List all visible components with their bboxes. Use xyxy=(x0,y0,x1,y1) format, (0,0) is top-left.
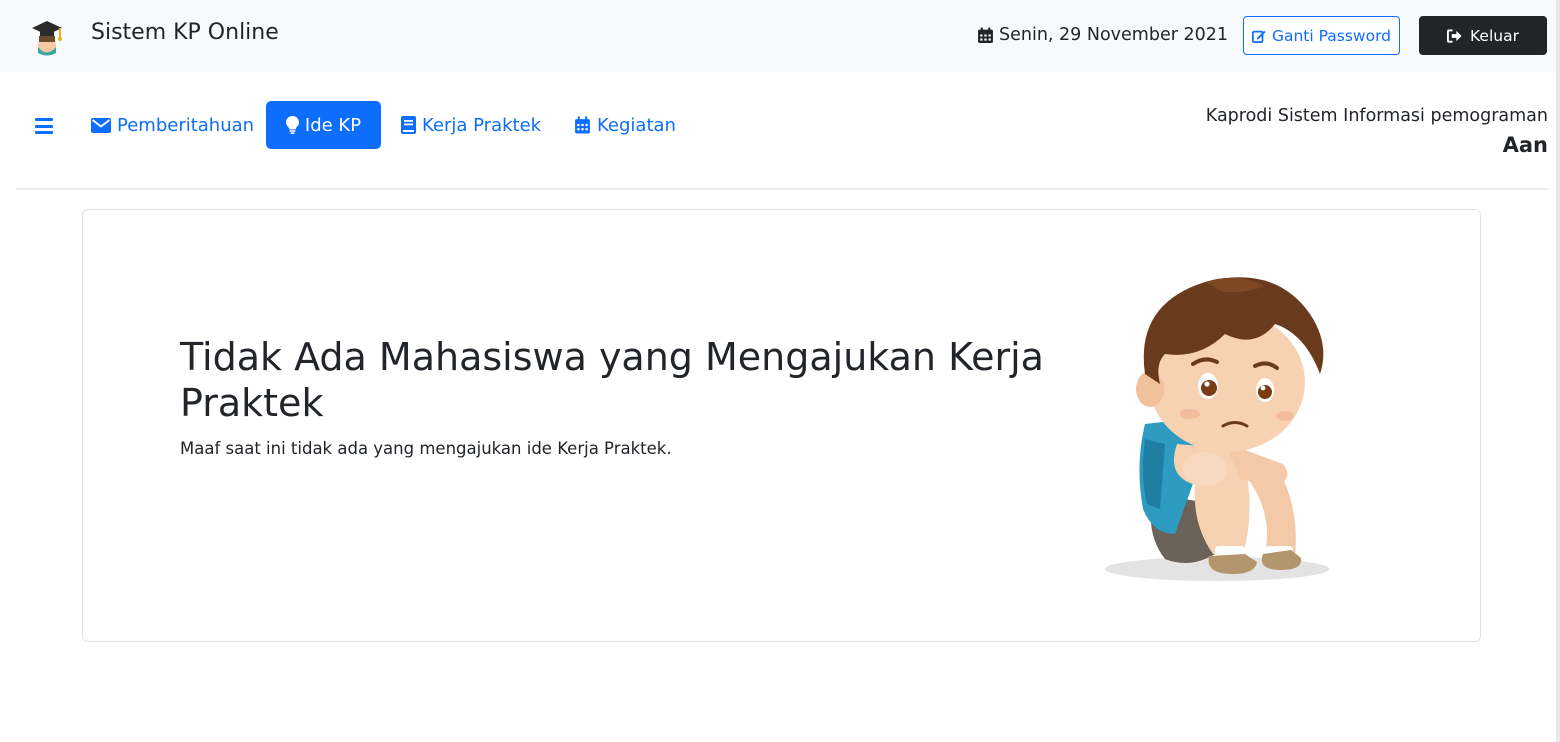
nav-item-label: Ide KP xyxy=(304,114,362,136)
date-display: Senin, 29 November 2021 xyxy=(977,25,1228,45)
edit-icon xyxy=(1251,29,1266,43)
sad-boy-illustration xyxy=(1105,264,1345,594)
nav-item-label: Kegiatan xyxy=(597,114,676,136)
nav-item-kerja-praktek[interactable]: Kerja Praktek xyxy=(401,101,541,149)
nav-item-kegiatan[interactable]: Kegiatan xyxy=(574,101,676,149)
nav-item-label: Pemberitahuan xyxy=(117,114,255,136)
date-text: Senin, 29 November 2021 xyxy=(999,25,1229,45)
change-password-label: Ganti Password xyxy=(1271,26,1392,45)
divider xyxy=(16,188,1549,190)
scrollbar[interactable] xyxy=(1556,0,1560,742)
empty-state-card: Tidak Ada Mahasiswa yang Mengajukan Kerj… xyxy=(82,209,1481,642)
empty-state-message: Maaf saat ini tidak ada yang mengajukan … xyxy=(180,439,672,458)
calendar-icon xyxy=(574,116,591,134)
nav-item-label: Kerja Praktek xyxy=(422,114,542,136)
change-password-button[interactable]: Ganti Password xyxy=(1243,16,1400,55)
user-role: Kaprodi Sistem Informasi pemograman xyxy=(1205,106,1548,126)
hamburger-icon[interactable] xyxy=(35,118,53,134)
logout-label: Keluar xyxy=(1470,26,1519,45)
app-title: Sistem KP Online xyxy=(91,20,279,45)
empty-state-title: Tidak Ada Mahasiswa yang Mengajukan Kerj… xyxy=(180,335,1044,425)
book-icon xyxy=(401,116,416,134)
user-name: Aan xyxy=(1502,133,1548,157)
nav-item-pemberitahuan[interactable]: Pemberitahuan xyxy=(91,101,254,149)
sign-out-icon xyxy=(1447,28,1462,43)
logout-button[interactable]: Keluar xyxy=(1419,16,1547,55)
top-bar: Sistem KP Online Senin, 29 November 2021 xyxy=(0,0,1560,72)
nav-item-ide-kp[interactable]: Ide KP xyxy=(266,101,381,149)
calendar-icon xyxy=(977,27,994,44)
lightbulb-icon xyxy=(285,116,299,134)
envelope-icon xyxy=(91,117,111,133)
graduation-cap-logo[interactable] xyxy=(30,16,66,56)
